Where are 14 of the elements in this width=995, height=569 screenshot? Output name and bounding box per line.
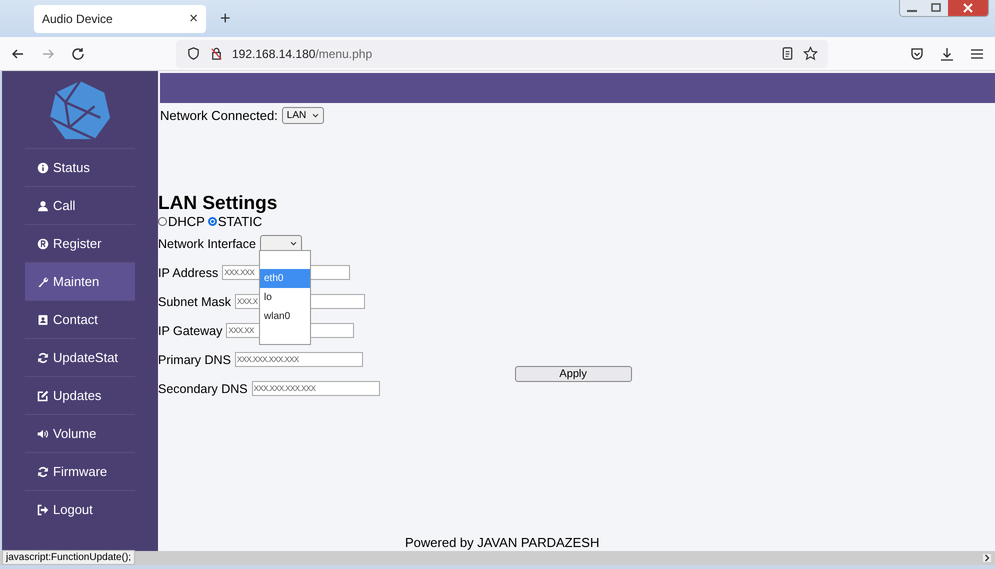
radio-label: STATIC xyxy=(218,214,262,229)
url-text: 192.168.14.180/menu.php xyxy=(232,46,372,60)
field-label: IP Address xyxy=(158,266,218,280)
radio-label: DHCP xyxy=(168,214,205,229)
status-tooltip: javascript:FunctionUpdate(); xyxy=(2,550,136,565)
field-label: Subnet Mask xyxy=(158,294,231,308)
field-label: Secondary DNS xyxy=(158,382,248,396)
section-title: LAN Settings xyxy=(158,194,278,214)
network-connected-label: Network Connected: xyxy=(160,108,278,123)
field-label: IP Gateway xyxy=(158,324,222,338)
footer-text: Powered by JAVAN PARDAZESH xyxy=(405,535,600,550)
tab-title: Audio Device xyxy=(42,12,113,26)
field-label: Primary DNS xyxy=(158,352,231,366)
field-label: Network Interface xyxy=(158,236,256,250)
